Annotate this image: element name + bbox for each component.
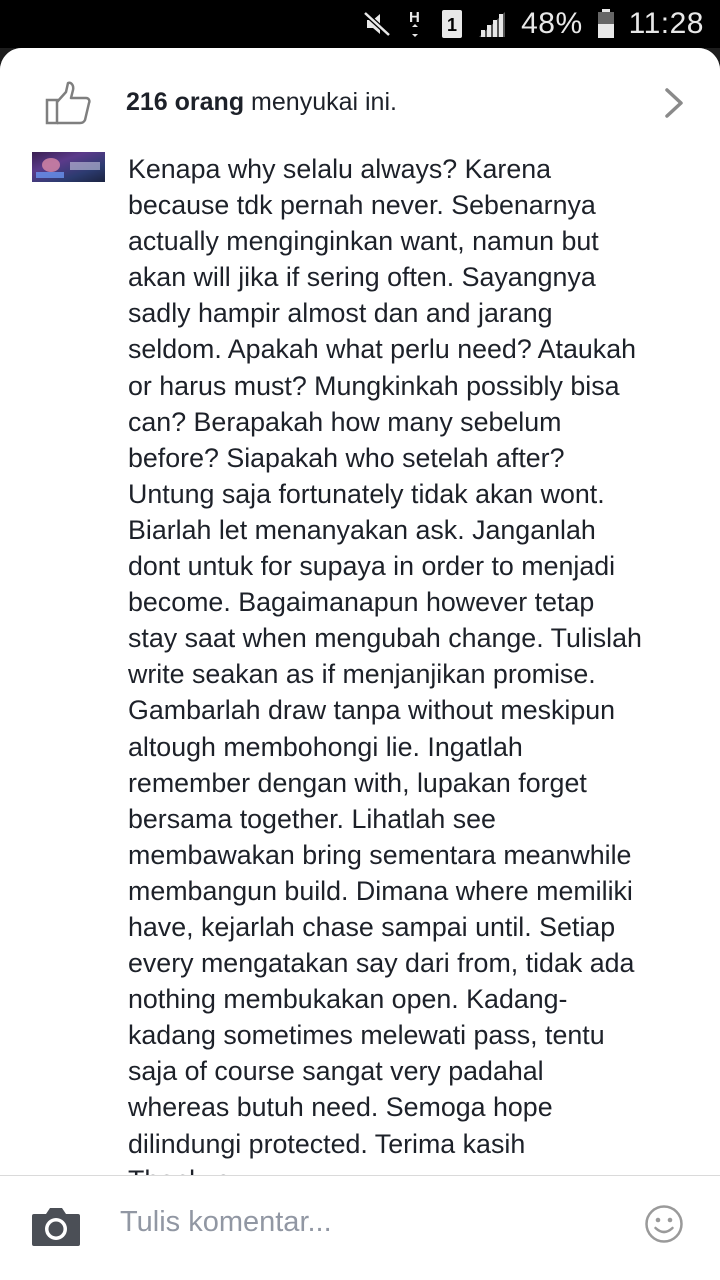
signal-icon [477, 10, 507, 38]
likes-summary: 216 orang menyukai ini. [126, 88, 397, 117]
comment-list[interactable]: Kenapa why selalu always? Karena because… [0, 152, 720, 1176]
likes-suffix: menyukai ini. [244, 88, 397, 116]
likes-row[interactable]: 216 orang menyukai ini. [0, 48, 720, 153]
sim-1-icon: 1 [441, 9, 463, 39]
battery-icon [597, 9, 615, 39]
comment-composer [0, 1175, 720, 1280]
chevron-right-icon[interactable] [662, 86, 686, 120]
comments-sheet: 216 orang menyukai ini. Kenapa why selal… [0, 48, 720, 1280]
battery-percent: 48% [521, 7, 583, 40]
status-icons: H 1 48% 11:28 [363, 0, 704, 48]
svg-text:1: 1 [447, 15, 457, 35]
commenter-avatar[interactable] [32, 152, 105, 182]
comment-body: Kenapa why selalu always? Karena because… [128, 154, 642, 1176]
thumbs-up-icon [44, 80, 92, 126]
mute-icon [363, 11, 393, 37]
clock: 11:28 [628, 7, 704, 40]
h-plus-data-icon: H [407, 8, 427, 40]
emoji-icon[interactable] [644, 1204, 684, 1244]
camera-icon[interactable] [30, 1204, 82, 1248]
status-bar: H 1 48% 11:28 [0, 0, 720, 48]
comment-input[interactable] [120, 1206, 600, 1239]
svg-text:H: H [409, 9, 420, 26]
likes-count: 216 orang [126, 88, 245, 116]
